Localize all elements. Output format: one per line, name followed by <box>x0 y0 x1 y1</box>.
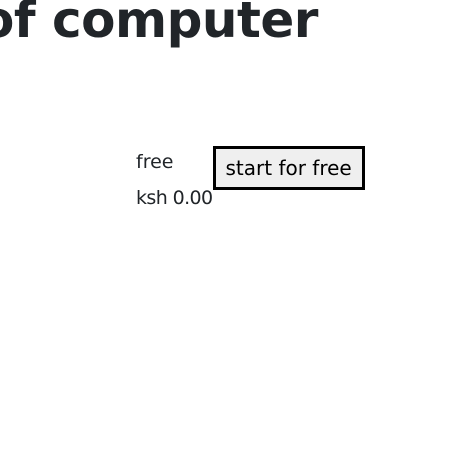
page: of computer free ksh 0.00 start for free <box>0 0 466 470</box>
pricing-plan-free: free ksh 0.00 start for free <box>136 144 365 216</box>
start-for-free-button[interactable]: start for free <box>212 146 365 190</box>
plan-name: free <box>136 151 174 173</box>
plan-info: free ksh 0.00 <box>136 144 213 216</box>
page-heading: of computer <box>0 0 318 49</box>
plan-price: ksh 0.00 <box>136 187 213 209</box>
